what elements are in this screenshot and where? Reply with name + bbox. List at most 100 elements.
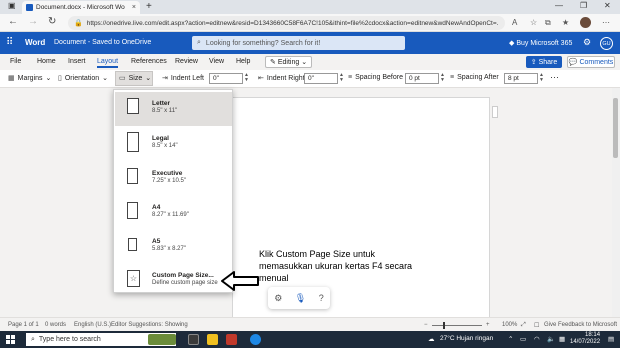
notification-icon[interactable]: ▤: [608, 335, 614, 343]
clock-date: 14/07/2022: [570, 339, 601, 345]
editing-mode-button[interactable]: ✎ Editing ⌄: [265, 56, 313, 68]
size-option-executive[interactable]: Executive 7.25" x 10.5": [115, 162, 232, 196]
document-name[interactable]: Document - Saved to OneDrive: [54, 39, 151, 46]
page-shape-icon: [128, 238, 137, 251]
input-icon[interactable]: ▦: [559, 335, 565, 343]
collections-icon[interactable]: ⧉: [545, 18, 551, 28]
size-button[interactable]: ▭ Size ⌄: [119, 74, 151, 83]
comments-button[interactable]: 💬 Comments: [567, 56, 615, 68]
size-option-dims: 8.5" x 14": [152, 143, 178, 149]
page-size-icon: ▭: [119, 75, 126, 82]
tab-view[interactable]: View: [209, 58, 224, 65]
browser-tab[interactable]: Document.docx - Microsoft Wo ×: [22, 1, 140, 14]
user-avatar[interactable]: GU: [600, 37, 613, 50]
refresh-icon[interactable]: ↻: [48, 16, 56, 27]
favorites-icon[interactable]: ★: [562, 18, 569, 27]
size-option-a5[interactable]: A5 5.83" x 8.27": [115, 230, 232, 264]
size-option-name: A5: [152, 238, 161, 245]
tab-help[interactable]: Help: [236, 58, 250, 65]
dictation-toolbar: ⚙ 🎙 ?: [268, 287, 330, 309]
zoom-out-icon[interactable]: −: [424, 322, 428, 328]
zoom-slider[interactable]: [432, 325, 482, 326]
indent-left-spinner[interactable]: ▲ ▼: [244, 73, 249, 83]
tab-references[interactable]: References: [131, 58, 167, 65]
app-name[interactable]: Word: [25, 38, 45, 47]
word-count[interactable]: 0 words: [45, 322, 66, 328]
help-icon[interactable]: ?: [319, 293, 324, 303]
feedback-link[interactable]: Give Feedback to Microsoft: [544, 322, 617, 328]
indent-left-label: ⇥ Indent Left: [162, 74, 204, 83]
size-option-legal[interactable]: Legal 8.5" x 14": [115, 127, 232, 161]
address-bar-row: ← → ↻ 🔒 https://onedrive.live.com/edit.a…: [0, 14, 620, 32]
weather-icon[interactable]: ☁: [428, 335, 435, 343]
size-option-name: A4: [152, 204, 161, 211]
app-pinned-icon[interactable]: [226, 334, 237, 345]
tab-layout[interactable]: Layout: [97, 58, 119, 68]
favorite-star-icon[interactable]: ☆: [530, 18, 537, 27]
zoom-level[interactable]: 100%: [502, 322, 517, 328]
spacing-after-spinner[interactable]: ▲ ▼: [539, 73, 544, 83]
maximize-button[interactable]: ❐: [580, 1, 587, 10]
close-window-button[interactable]: ✕: [604, 1, 611, 10]
indent-left-field[interactable]: 0": [209, 73, 243, 84]
size-option-dims: Define custom page size: [152, 280, 218, 286]
indent-right-label: ⇤ Indent Right: [258, 74, 305, 83]
spacing-after-field[interactable]: 8 pt: [504, 73, 538, 84]
tab-file[interactable]: File: [10, 58, 21, 65]
file-explorer-icon[interactable]: [207, 334, 218, 345]
forward-icon[interactable]: →: [28, 16, 38, 27]
zoom-in-icon[interactable]: +: [486, 322, 490, 328]
orientation-button[interactable]: ▯ Orientation ⌄: [58, 74, 108, 83]
microphone-icon[interactable]: 🎙: [295, 293, 306, 304]
search-icon: ⌕: [197, 39, 201, 46]
orientation-icon: ▯: [58, 75, 62, 82]
url-field[interactable]: 🔒 https://onedrive.live.com/edit.aspx?ac…: [68, 16, 505, 30]
tab-review[interactable]: Review: [175, 58, 198, 65]
scrollbar-thumb[interactable]: [613, 98, 618, 158]
task-view-icon[interactable]: [188, 334, 199, 345]
vertical-scrollbar[interactable]: [612, 88, 620, 317]
new-tab-button[interactable]: +: [146, 1, 152, 12]
spacing-before-text: Spacing Before: [355, 74, 403, 81]
search-input[interactable]: ⌕ Looking for something? Search for it!: [192, 36, 405, 50]
margins-button[interactable]: ▦ Margins ⌄: [8, 74, 51, 83]
fit-page-icon[interactable]: ⤢: [521, 322, 526, 329]
minimize-button[interactable]: —: [555, 1, 563, 10]
spacing-before-icon: ≡: [348, 74, 353, 81]
tab-close-icon[interactable]: ×: [132, 4, 136, 11]
spacing-before-spinner[interactable]: ▲ ▼: [440, 73, 445, 83]
size-option-a4[interactable]: A4 8.27" x 11.69": [115, 196, 232, 230]
indent-right-field[interactable]: 0": [304, 73, 338, 84]
edge-browser-icon[interactable]: [250, 334, 261, 345]
buy-microsoft-365-link[interactable]: ◆ Buy Microsoft 365: [509, 39, 572, 47]
wifi-icon[interactable]: ◠: [534, 335, 540, 343]
volume-icon[interactable]: 🔈: [547, 335, 555, 343]
zoom-slider-thumb[interactable]: [443, 322, 445, 329]
read-aloud-icon[interactable]: A: [512, 18, 517, 27]
more-options-button[interactable]: ···: [550, 72, 559, 82]
size-option-dims: 8.5" x 11": [152, 108, 178, 114]
browser-menu-icon[interactable]: ▣: [8, 1, 16, 10]
size-option-letter[interactable]: Letter 8.5" x 11": [115, 92, 232, 126]
app-launcher-icon[interactable]: ⠿: [6, 38, 13, 48]
indent-right-spinner[interactable]: ▲ ▼: [339, 73, 344, 83]
weather-text[interactable]: 27°C Hujan ringan: [440, 335, 493, 342]
taskbar-clock[interactable]: 18:14 14/07/2022: [570, 332, 600, 346]
language-status[interactable]: English (U.S.): [74, 322, 111, 328]
dictation-settings-icon[interactable]: ⚙: [274, 293, 282, 304]
browser-profile-avatar[interactable]: [580, 17, 591, 28]
tab-insert[interactable]: Insert: [68, 58, 86, 65]
editor-status[interactable]: Editor Suggestions: Showing: [111, 322, 188, 328]
spacing-before-field[interactable]: 0 pt: [405, 73, 439, 84]
size-option-custom[interactable]: ☆ Custom Page Size... Define custom page…: [115, 264, 232, 298]
settings-gear-icon[interactable]: ⚙: [583, 37, 591, 48]
share-button[interactable]: ⇪ Share: [526, 56, 562, 68]
tray-chevron-icon[interactable]: ⌃: [508, 335, 513, 343]
back-icon[interactable]: ←: [8, 16, 18, 27]
browser-more-icon[interactable]: ⋯: [602, 18, 610, 27]
network-icon[interactable]: ▭: [520, 335, 526, 343]
comment-icon: 💬: [568, 59, 578, 66]
windows-start-icon[interactable]: [6, 335, 15, 344]
tab-home[interactable]: Home: [37, 58, 56, 65]
margins-icon: ▦: [8, 75, 15, 82]
